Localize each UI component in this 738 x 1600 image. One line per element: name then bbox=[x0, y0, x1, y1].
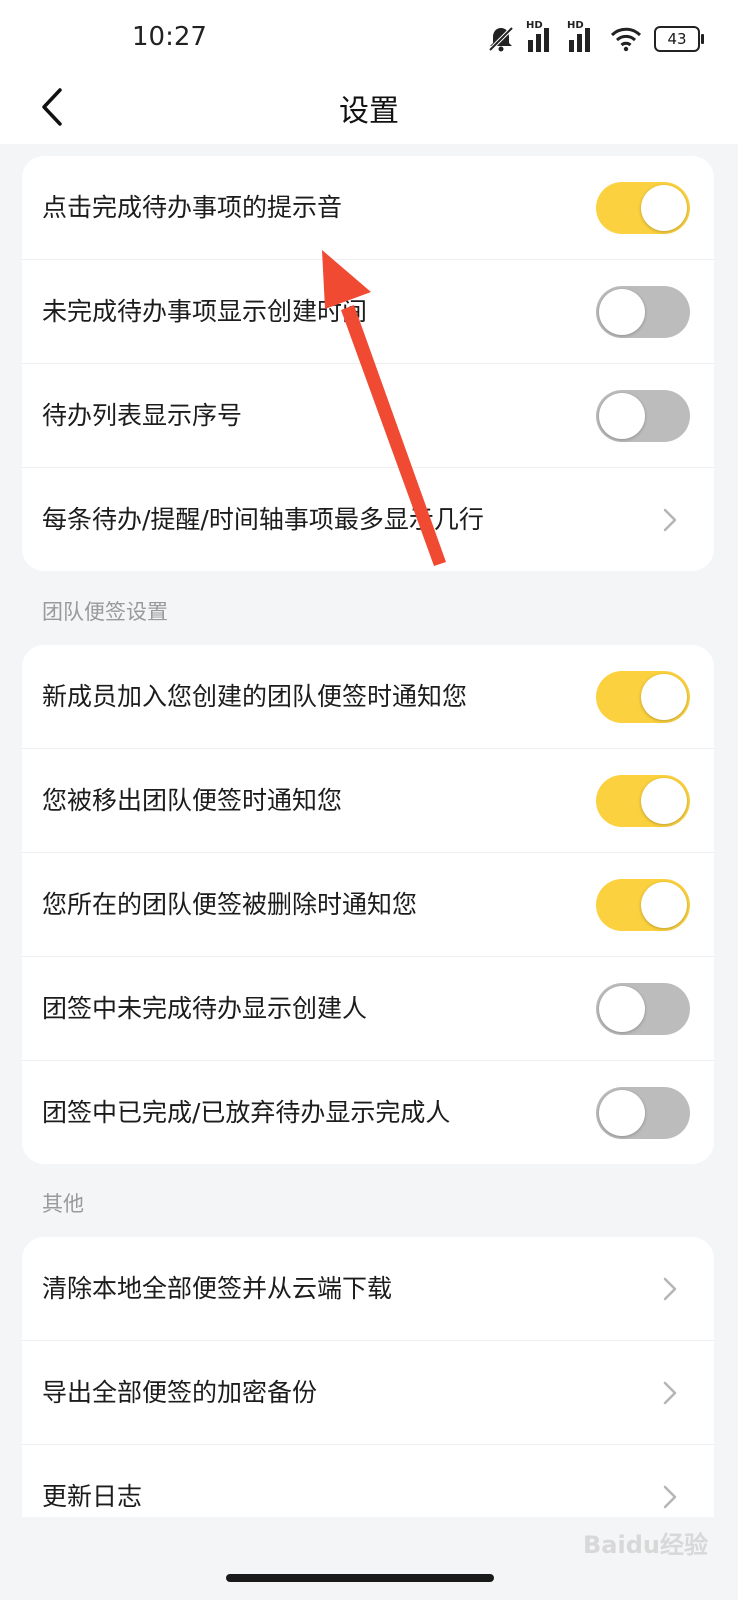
setting-label: 每条待办/提醒/时间轴事项最多显示几行 bbox=[42, 505, 484, 534]
wifi-icon bbox=[610, 27, 642, 52]
setting-label: 您所在的团队便签被删除时通知您 bbox=[42, 890, 418, 919]
team-settings-card: 新成员加入您创建的团队便签时通知您 您被移出团队便签时通知您 您所在的团队便签被… bbox=[22, 645, 714, 1164]
watermark: Baidu经验 bbox=[583, 1531, 708, 1559]
section-title-other: 其他 bbox=[42, 1192, 84, 1216]
setting-row-show-completer: 团签中已完成/已放弃待办显示完成人 bbox=[22, 1061, 714, 1164]
mute-bell-icon bbox=[488, 26, 514, 52]
setting-row-removed: 您被移出团队便签时通知您 bbox=[22, 749, 714, 853]
setting-label: 待办列表显示序号 bbox=[42, 401, 243, 430]
chevron-right-icon bbox=[663, 508, 677, 532]
toggle-knob bbox=[599, 986, 645, 1032]
show-completer-toggle[interactable] bbox=[596, 1087, 690, 1139]
section-title-team: 团队便签设置 bbox=[42, 600, 168, 624]
toggle-knob bbox=[641, 185, 687, 231]
show-creator-toggle[interactable] bbox=[596, 983, 690, 1035]
setting-row-new-member: 新成员加入您创建的团队便签时通知您 bbox=[22, 645, 714, 749]
toggle-knob bbox=[641, 882, 687, 928]
toggle-knob bbox=[599, 289, 645, 335]
setting-label: 更新日志 bbox=[42, 1482, 143, 1511]
signal-icon-1: HD bbox=[526, 20, 557, 52]
setting-row-show-creator: 团签中未完成待办显示创建人 bbox=[22, 957, 714, 1061]
todo-settings-card: 点击完成待办事项的提示音 未完成待办事项显示创建时间 待办列表显示序号 每条待办… bbox=[22, 156, 714, 571]
status-icons: HD HD 43 bbox=[486, 20, 704, 54]
toggle-knob bbox=[599, 1090, 645, 1136]
battery-icon: 43 bbox=[654, 26, 704, 52]
chevron-right-icon bbox=[663, 1485, 677, 1509]
setting-label: 导出全部便签的加密备份 bbox=[42, 1378, 318, 1407]
other-settings-card: 清除本地全部便签并从云端下载 导出全部便签的加密备份 更新日志 bbox=[22, 1237, 714, 1517]
show-create-time-toggle[interactable] bbox=[596, 286, 690, 338]
toggle-knob bbox=[599, 393, 645, 439]
show-index-toggle[interactable] bbox=[596, 390, 690, 442]
setting-row-complete-sound: 点击完成待办事项的提示音 bbox=[22, 156, 714, 260]
setting-row-max-lines[interactable]: 每条待办/提醒/时间轴事项最多显示几行 bbox=[22, 468, 714, 571]
setting-label: 您被移出团队便签时通知您 bbox=[42, 786, 343, 815]
team-deleted-toggle[interactable] bbox=[596, 879, 690, 931]
setting-label: 团签中未完成待办显示创建人 bbox=[42, 994, 368, 1023]
toggle-knob bbox=[641, 778, 687, 824]
chevron-right-icon bbox=[663, 1277, 677, 1301]
setting-row-changelog[interactable]: 更新日志 bbox=[22, 1445, 714, 1517]
setting-label: 未完成待办事项显示创建时间 bbox=[42, 297, 368, 326]
setting-row-clear-download[interactable]: 清除本地全部便签并从云端下载 bbox=[22, 1237, 714, 1341]
setting-row-team-deleted: 您所在的团队便签被删除时通知您 bbox=[22, 853, 714, 957]
setting-label: 团签中已完成/已放弃待办显示完成人 bbox=[42, 1098, 451, 1127]
setting-label: 新成员加入您创建的团队便签时通知您 bbox=[42, 682, 468, 711]
home-indicator[interactable] bbox=[226, 1574, 494, 1582]
signal-icon-2: HD bbox=[567, 20, 598, 52]
app-header: 设置 bbox=[0, 80, 738, 144]
page-title: 设置 bbox=[339, 94, 399, 129]
battery-level: 43 bbox=[667, 30, 687, 48]
setting-label: 清除本地全部便签并从云端下载 bbox=[42, 1274, 393, 1303]
removed-toggle[interactable] bbox=[596, 775, 690, 827]
status-bar: 10:27 HD HD 43 bbox=[0, 0, 738, 80]
status-time: 10:27 bbox=[132, 22, 207, 52]
toggle-knob bbox=[641, 674, 687, 720]
setting-label: 点击完成待办事项的提示音 bbox=[42, 193, 343, 222]
new-member-toggle[interactable] bbox=[596, 671, 690, 723]
chevron-right-icon bbox=[663, 1381, 677, 1405]
complete-sound-toggle[interactable] bbox=[596, 182, 690, 234]
setting-row-show-index: 待办列表显示序号 bbox=[22, 364, 714, 468]
setting-row-show-create-time: 未完成待办事项显示创建时间 bbox=[22, 260, 714, 364]
setting-row-export-backup[interactable]: 导出全部便签的加密备份 bbox=[22, 1341, 714, 1445]
